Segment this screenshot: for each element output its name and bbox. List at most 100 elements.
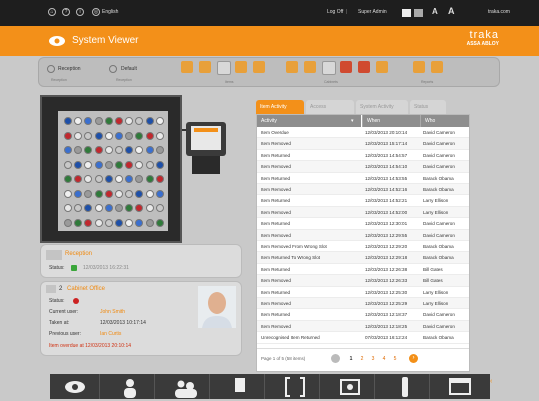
key-slot[interactable] (145, 146, 154, 154)
key-slot[interactable] (125, 175, 134, 183)
key-slot[interactable] (74, 131, 83, 140)
table-row[interactable]: Item Removed 12/03/2013 12:25:29 Larry Ell… (257, 298, 469, 310)
key-slot[interactable] (94, 117, 103, 125)
key-slot[interactable] (104, 160, 113, 169)
key-slot[interactable] (115, 146, 123, 154)
key-slot[interactable] (104, 204, 113, 212)
key-slot[interactable] (74, 175, 83, 183)
page-link[interactable]: 3 (369, 355, 377, 363)
key-slot[interactable] (64, 189, 72, 198)
key-slot[interactable] (94, 131, 103, 140)
table-row[interactable]: Unrecognised Item Returned 07/03/2013 16:… (257, 332, 469, 344)
tab-status[interactable]: Status (410, 100, 446, 114)
default-icon[interactable] (109, 65, 117, 73)
item-trend-icon[interactable] (199, 61, 211, 73)
key-slot[interactable] (155, 117, 164, 125)
key-slot[interactable] (145, 189, 154, 198)
key-slot[interactable] (104, 117, 113, 125)
column-header-activity[interactable]: Activity (257, 115, 361, 127)
key-slot[interactable] (145, 131, 154, 140)
default-button[interactable]: Default (121, 66, 137, 72)
tab-access[interactable]: Access (306, 100, 354, 114)
key-slot[interactable] (155, 189, 164, 198)
key-slot[interactable] (125, 146, 134, 154)
page-link[interactable]: 2 (358, 355, 366, 363)
key-slot[interactable] (115, 160, 123, 169)
table-row[interactable]: Item Removed 12/03/2013 14:52:00 Larry Ell… (257, 206, 469, 219)
key-slot[interactable] (74, 218, 83, 227)
reception-button[interactable]: Reception (58, 66, 81, 72)
key-slot[interactable] (135, 146, 144, 154)
key-slot[interactable] (115, 204, 123, 212)
table-row[interactable]: Item Removed 12/03/2013 14:52:16 Barack Ob… (257, 184, 469, 196)
key-slot[interactable] (115, 175, 123, 183)
dock-camera-button[interactable] (325, 374, 375, 399)
key-slot[interactable] (145, 117, 154, 125)
column-header-when[interactable]: When (362, 115, 420, 127)
site-link[interactable]: traka.com (488, 9, 510, 15)
cabinet-edit-icon[interactable] (376, 61, 388, 73)
list-view-icon[interactable] (414, 9, 423, 17)
page-link[interactable]: 5 (391, 355, 399, 363)
table-row[interactable]: Item Returned 12/03/2013 12:30:01 David Ca… (257, 218, 469, 230)
key-slot[interactable] (64, 218, 72, 227)
page-link[interactable]: 1 (347, 355, 355, 363)
next-page-icon[interactable]: › (409, 354, 418, 363)
key-slot[interactable] (155, 204, 164, 212)
item-chart-icon[interactable] (181, 61, 193, 73)
cabinet-info-panel[interactable]: Reception Status: 12/03/2013 16:22:31 (40, 244, 242, 278)
table-row[interactable]: Item Removed 12/03/2013 12:26:33 Bill Gate… (257, 275, 469, 287)
column-header-who[interactable]: Who (420, 115, 469, 127)
dock-documents-button[interactable] (215, 374, 265, 399)
key-slot[interactable] (94, 189, 103, 198)
key-slot[interactable] (74, 204, 83, 212)
key-slot[interactable] (135, 175, 144, 183)
key-slot[interactable] (135, 218, 144, 227)
table-row[interactable]: Item Removed 12/03/2013 12:29:55 David Cam… (257, 229, 469, 241)
key-slot[interactable] (135, 204, 144, 212)
key-slot[interactable] (115, 189, 123, 198)
key-slot[interactable] (94, 218, 103, 227)
table-row[interactable]: Item Removed From Wrong Slot 12/03/2013 1… (257, 241, 469, 253)
dock-users-button[interactable] (160, 374, 210, 399)
key-slot[interactable] (125, 189, 134, 198)
key-slot[interactable] (135, 189, 144, 198)
key-slot[interactable] (84, 160, 93, 169)
item-key-icon[interactable] (235, 61, 247, 73)
key-slot[interactable] (145, 175, 154, 183)
key-slot[interactable] (155, 218, 164, 227)
key-slot[interactable] (84, 175, 93, 183)
cabinet-delete-icon[interactable] (358, 61, 370, 73)
key-slot[interactable] (104, 175, 113, 183)
key-slot[interactable] (74, 160, 83, 169)
key-slot[interactable] (74, 146, 83, 154)
key-slot[interactable] (155, 175, 164, 183)
dock-window-button[interactable] (435, 374, 485, 399)
key-slot[interactable] (115, 131, 123, 140)
help-icon[interactable]: ? (62, 8, 70, 16)
key-slot[interactable] (94, 160, 103, 169)
info-icon[interactable]: i (76, 8, 84, 16)
key-slot[interactable] (64, 117, 72, 125)
dock-viewer-button[interactable] (50, 374, 100, 399)
item-info-panel[interactable]: 2 Cabinet Office Status: Current user: J… (40, 281, 242, 356)
key-slot[interactable] (125, 117, 134, 125)
key-slot[interactable] (64, 204, 72, 212)
table-row[interactable]: Item Returned To Wrong Slot 12/03/2013 12… (257, 252, 469, 264)
key-slot[interactable] (145, 218, 154, 227)
key-slot[interactable] (84, 218, 93, 227)
logoff-link[interactable]: Log Off (327, 9, 343, 15)
dock-battery-button[interactable] (380, 374, 430, 399)
grid-view-icon[interactable] (402, 9, 411, 17)
sort-chevron-icon[interactable]: ▾ (351, 118, 357, 124)
table-row[interactable]: Item Returned 12/03/2013 14:53:55 Barack O… (257, 173, 469, 184)
key-slot[interactable] (94, 146, 103, 154)
table-row[interactable]: Item Returned 12/03/2013 14:54:57 David Ca… (257, 150, 469, 162)
key-slot[interactable] (104, 146, 113, 154)
home-icon[interactable]: ⌂ (48, 8, 56, 16)
key-slot[interactable] (64, 160, 72, 169)
prev-page-icon[interactable] (331, 354, 340, 363)
table-row[interactable]: Item Returned 12/03/2013 12:18:37 David Ca… (257, 309, 469, 321)
key-slot[interactable] (125, 160, 134, 169)
key-slot[interactable] (125, 131, 134, 140)
